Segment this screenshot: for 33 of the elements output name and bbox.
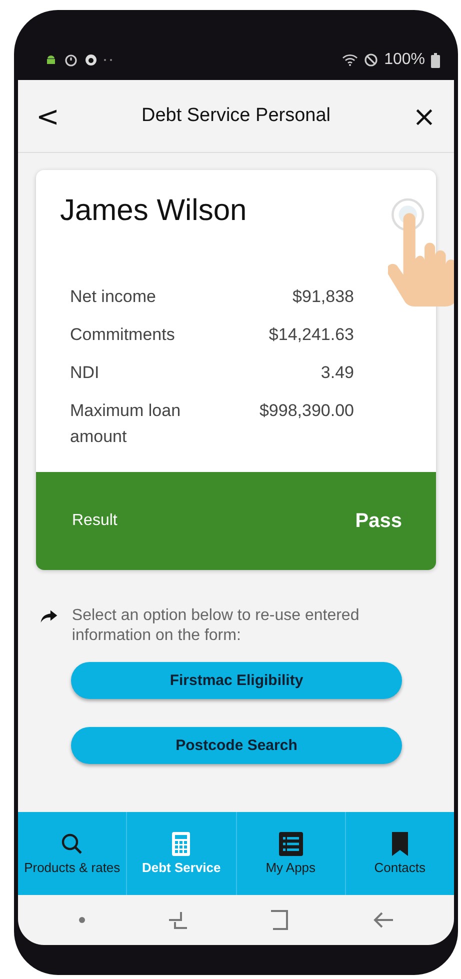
android-icon [44, 53, 58, 67]
hint-text: Select an option below to re-use entered information on the form: [72, 606, 360, 646]
battery-level: 100% [384, 51, 425, 69]
tab[interactable]: Products & rates [18, 812, 128, 895]
blocked-icon [364, 53, 378, 67]
result-value: Pass [355, 510, 402, 532]
bookmark-icon [392, 832, 408, 856]
tab[interactable]: Contacts [346, 812, 454, 895]
search-icon [60, 832, 84, 856]
page-title: Debt Service Personal [141, 105, 331, 127]
row-value: 3.49 [320, 362, 354, 384]
list-icon [278, 832, 303, 856]
result-label: Result [72, 512, 118, 530]
row-value: $91,838 [292, 286, 354, 308]
battery-icon [431, 52, 440, 68]
row-label: Maximum loan amount [70, 400, 182, 448]
dot-icon [78, 916, 86, 924]
close-button[interactable]: × [404, 96, 444, 136]
option-button[interactable]: Firstmac Eligibility [71, 662, 402, 699]
option-button[interactable]: Postcode Search [71, 727, 402, 764]
back-button[interactable]: < [28, 96, 68, 136]
row-value: $998,390.00 [259, 400, 354, 422]
recent-apps-icon[interactable] [166, 910, 189, 930]
row-label: Net income [70, 286, 156, 308]
row-label: Commitments [70, 324, 175, 346]
wifi-icon [342, 53, 358, 67]
back-arrow-icon[interactable] [372, 911, 394, 929]
row-value: $14,241.63 [268, 324, 354, 346]
client-name: James Wilson [60, 194, 248, 229]
row-label: NDI [70, 362, 100, 384]
calculator-icon [172, 832, 190, 856]
tab[interactable]: My Apps [236, 812, 346, 895]
timer-icon [64, 53, 78, 67]
